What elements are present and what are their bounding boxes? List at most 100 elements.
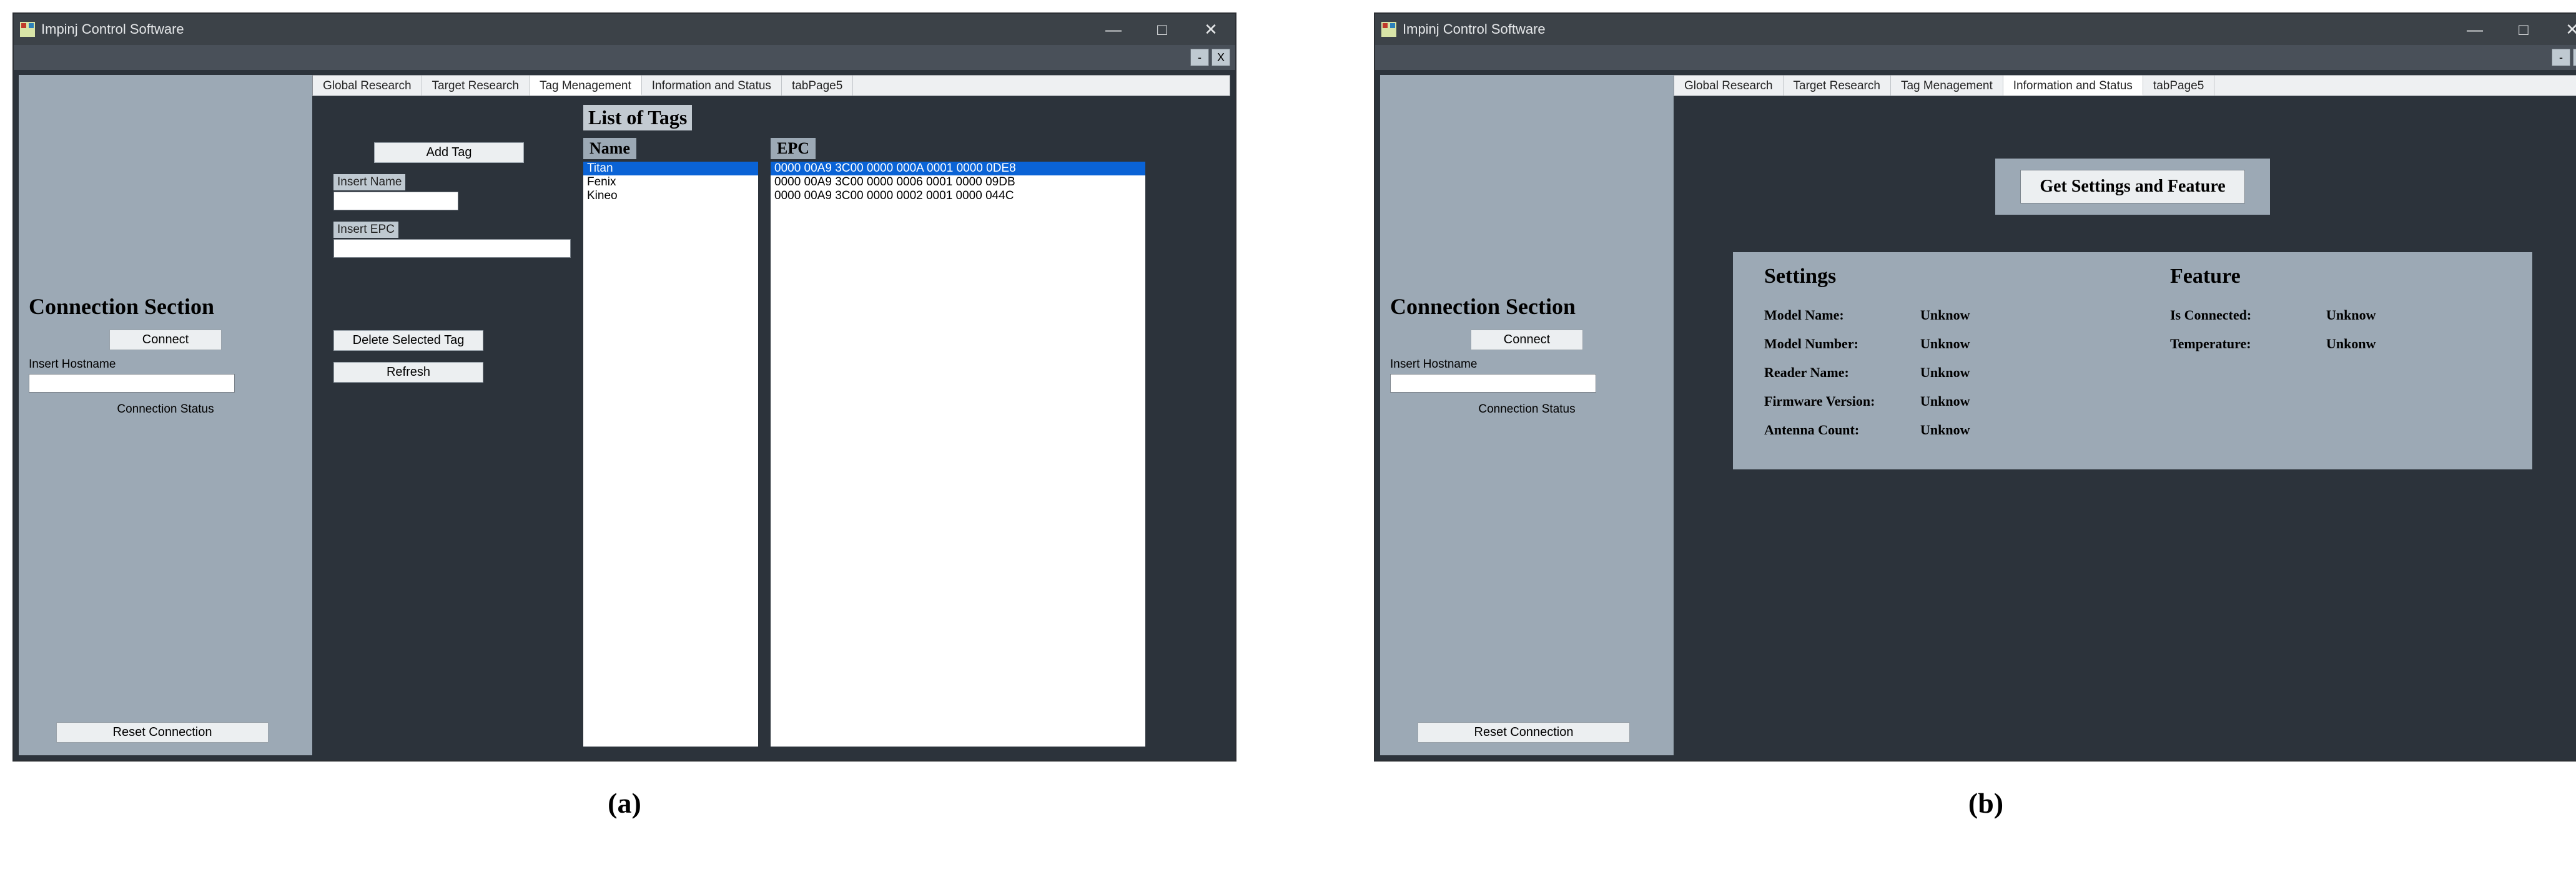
caption-a: (a): [608, 786, 641, 820]
titlebar: Impinj Control Software — □ ✕: [1375, 14, 2576, 45]
app-title: Impinj Control Software: [1403, 21, 1546, 37]
title-controls: — □ ✕: [2450, 14, 2576, 45]
insert-epc-label: Insert EPC: [333, 222, 398, 238]
app-title: Impinj Control Software: [41, 21, 184, 37]
main-panel: Global Research Target Research Tag Mena…: [312, 75, 1230, 755]
toolbar-right: - X: [2552, 49, 2576, 66]
connect-button[interactable]: Connect: [109, 330, 222, 350]
connect-button[interactable]: Connect: [1471, 330, 1583, 350]
maximize-button[interactable]: □: [1138, 14, 1187, 45]
window-wrap-a: Impinj Control Software — □ ✕ - X Connec…: [12, 12, 1236, 860]
tab-page5[interactable]: tabPage5: [2143, 76, 2214, 96]
insert-epc-input[interactable]: [333, 239, 571, 258]
connection-title: Connection Section: [29, 293, 302, 320]
info-row: Antenna Count:Unknow: [1764, 422, 2095, 438]
tab-information-status[interactable]: Information and Status: [2003, 76, 2143, 96]
insert-name-label: Insert Name: [333, 174, 405, 190]
app-icon: [1381, 22, 1396, 37]
info-row: Model Number: Unknow: [1764, 336, 2095, 352]
hostname-input[interactable]: [29, 374, 235, 393]
tab-target-research[interactable]: Target Research: [1784, 76, 1891, 96]
tag-management-body: Add Tag Insert Name Insert EPC Delete Se…: [312, 96, 1230, 755]
info-grid: Settings Model Name:UnknowModel Number:U…: [1733, 252, 2532, 469]
info-key: Model Number:: [1764, 336, 1902, 352]
titlebar: Impinj Control Software — □ ✕: [14, 14, 1235, 45]
connection-status-label: Connection Status: [29, 403, 302, 416]
caption-b: (b): [1968, 786, 2003, 820]
close-button[interactable]: ✕: [1187, 14, 1235, 45]
close-button[interactable]: ✕: [2548, 14, 2576, 45]
list-item[interactable]: 0000 00A9 3C00 0000 0002 0001 0000 044C: [771, 189, 1145, 203]
spacer: [333, 269, 565, 319]
toolbar-min-button[interactable]: -: [2552, 49, 2570, 66]
epc-column-header: EPC: [771, 138, 816, 159]
connection-panel: Connection Section Connect Insert Hostna…: [1380, 75, 1674, 755]
list-item[interactable]: 0000 00A9 3C00 0000 0006 0001 0000 09DB: [771, 175, 1145, 189]
tab-page5[interactable]: tabPage5: [782, 76, 853, 96]
tab-information-status[interactable]: Information and Status: [642, 76, 782, 96]
get-settings-panel: Get Settings and Feature: [1995, 159, 2269, 215]
list-item[interactable]: Titan: [583, 162, 758, 175]
toolbar-strip: - X: [1375, 45, 2576, 70]
tag-right-panel: List of Tags Name TitanFenixKineo EPC 00…: [577, 105, 1221, 747]
settings-column: Settings Model Name:UnknowModel Number:U…: [1764, 265, 2095, 451]
toolbar-strip: - X: [14, 45, 1235, 70]
name-column: Name TitanFenixKineo: [583, 138, 758, 747]
title-controls: — □ ✕: [1089, 14, 1235, 45]
info-key: Is Connected:: [2170, 307, 2307, 323]
minimize-button[interactable]: —: [2450, 14, 2499, 45]
toolbar-close-button[interactable]: X: [1212, 49, 1230, 66]
connection-status-label: Connection Status: [1390, 403, 1664, 416]
tab-tag-management[interactable]: Tag Menagement: [530, 76, 642, 96]
toolbar-min-button[interactable]: -: [1190, 49, 1209, 66]
hostname-label: Insert Hostname: [1390, 358, 1664, 371]
main-panel: Global Research Target Research Tag Mena…: [1674, 75, 2576, 755]
reset-connection-button[interactable]: Reset Connection: [1418, 722, 1630, 743]
insert-name-input[interactable]: [333, 192, 458, 210]
tab-target-research[interactable]: Target Research: [422, 76, 530, 96]
tab-tag-management[interactable]: Tag Menagement: [1891, 76, 2003, 96]
name-column-header: Name: [583, 138, 636, 159]
info-value: Unknow: [1920, 336, 1970, 352]
tab-global-research[interactable]: Global Research: [313, 76, 422, 96]
name-listbox[interactable]: TitanFenixKineo: [583, 162, 758, 747]
client-area: Connection Section Connect Insert Hostna…: [1375, 70, 2576, 760]
tag-lists: Name TitanFenixKineo EPC 0000 00A9 3C00 …: [583, 138, 1221, 747]
epc-column: EPC 0000 00A9 3C00 0000 000A 0001 0000 0…: [771, 138, 1145, 747]
client-area: Connection Section Connect Insert Hostna…: [14, 70, 1235, 760]
add-tag-button[interactable]: Add Tag: [374, 142, 524, 163]
get-settings-button[interactable]: Get Settings and Feature: [2020, 170, 2244, 203]
list-item[interactable]: 0000 00A9 3C00 0000 000A 0001 0000 0DE8: [771, 162, 1145, 175]
window-b: Impinj Control Software — □ ✕ - X Connec…: [1374, 12, 2576, 762]
info-key: Model Name:: [1764, 307, 1902, 323]
refresh-button[interactable]: Refresh: [333, 362, 483, 383]
window-a: Impinj Control Software — □ ✕ - X Connec…: [12, 12, 1236, 762]
tabs: Global Research Target Research Tag Mena…: [1674, 75, 2576, 96]
tab-global-research[interactable]: Global Research: [1674, 76, 1784, 96]
feature-heading: Feature: [2170, 265, 2501, 288]
tabs: Global Research Target Research Tag Mena…: [312, 75, 1230, 96]
connection-panel: Connection Section Connect Insert Hostna…: [19, 75, 312, 755]
maximize-button[interactable]: □: [2499, 14, 2548, 45]
info-row: Model Name: Unknow: [1764, 307, 2095, 323]
toolbar-right: - X: [1190, 49, 1230, 66]
reset-connection-button[interactable]: Reset Connection: [56, 722, 269, 743]
app-icon: [20, 22, 35, 37]
epc-listbox[interactable]: 0000 00A9 3C00 0000 000A 0001 0000 0DE80…: [771, 162, 1145, 747]
toolbar-close-button[interactable]: X: [2573, 49, 2576, 66]
delete-tag-button[interactable]: Delete Selected Tag: [333, 330, 483, 351]
info-key: Reader Name:: [1764, 365, 1902, 381]
info-value: Unkonw: [2326, 336, 2376, 352]
insert-epc-group: Insert EPC: [333, 222, 565, 258]
info-value: Unknow: [1920, 422, 1970, 438]
window-wrap-b: Impinj Control Software — □ ✕ - X Connec…: [1374, 12, 2576, 860]
info-row: Firmware Version:Unknow: [1764, 393, 2095, 409]
minimize-button[interactable]: —: [1089, 14, 1138, 45]
info-row: Reader Name:Unknow: [1764, 365, 2095, 381]
insert-name-group: Insert Name: [333, 174, 565, 210]
info-value: Unknow: [1920, 307, 1970, 323]
list-item[interactable]: Fenix: [583, 175, 758, 189]
info-row: Is Connected:Unknow: [2170, 307, 2501, 323]
hostname-input[interactable]: [1390, 374, 1596, 393]
list-item[interactable]: Kineo: [583, 189, 758, 203]
